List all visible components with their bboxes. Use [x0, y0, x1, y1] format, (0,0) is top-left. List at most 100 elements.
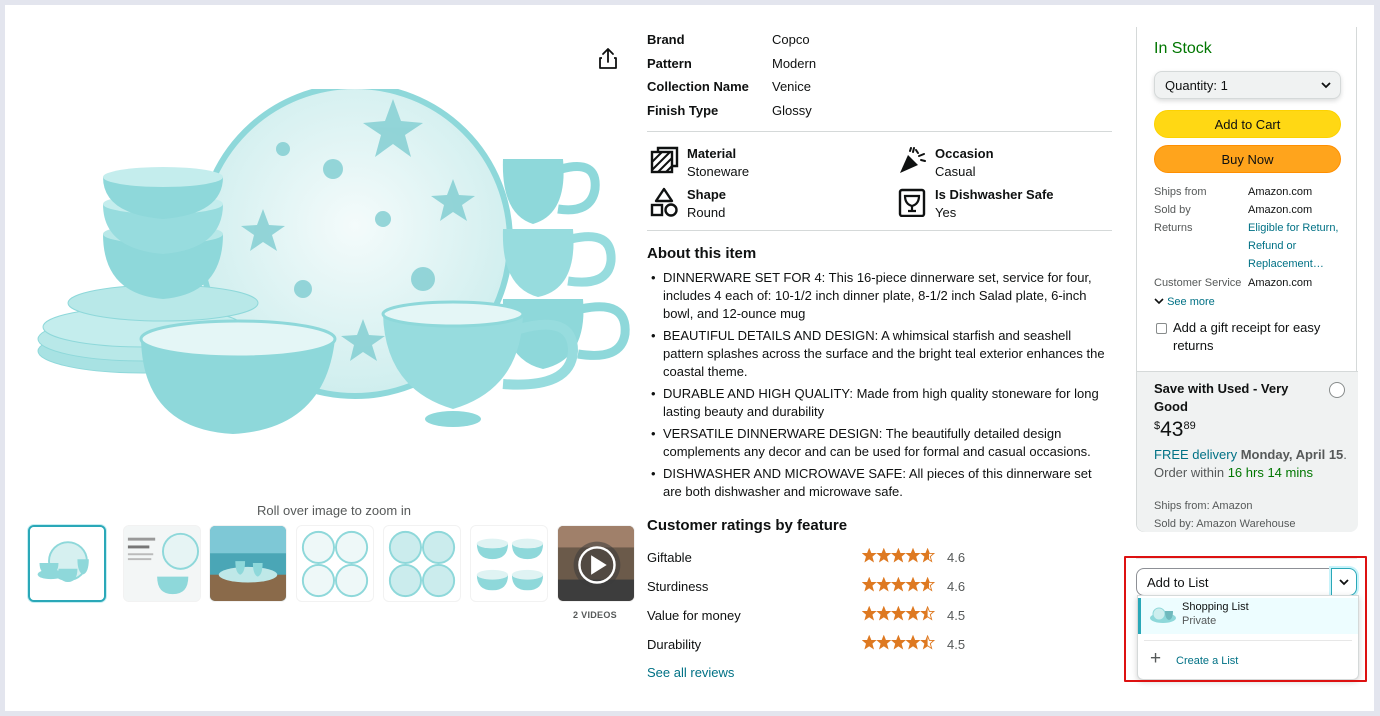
add-to-list-dropdown-button[interactable] [1331, 568, 1357, 596]
add-to-list-button[interactable]: Add to List [1147, 575, 1208, 590]
create-list-button[interactable]: + Create a List [1150, 648, 1350, 671]
feature-shape: Shape Round [649, 187, 879, 227]
material-icon [649, 146, 679, 176]
used-price: $4389 [1154, 418, 1196, 442]
free-delivery-link[interactable]: FREE delivery [1154, 447, 1237, 462]
list-thumbnail-image [1149, 606, 1177, 624]
spec-value: Venice [772, 79, 812, 94]
customer-service-label: Customer Service [1154, 277, 1242, 289]
party-popper-icon [897, 146, 927, 176]
feature-material: Material Stoneware [649, 146, 879, 186]
order-timer: 16 hrs 14 mins [1227, 465, 1313, 480]
thumbnail-bowls[interactable] [470, 525, 548, 602]
see-more-link[interactable]: See more [1154, 296, 1215, 308]
rating-value: 4.5 [947, 637, 966, 652]
spec-value: Glossy [772, 103, 812, 118]
used-offer-title: Save with Used - Very Good [1154, 381, 1289, 414]
add-to-list-control: Add to List [1136, 568, 1357, 596]
star-rating-icon [861, 605, 936, 622]
divider [1136, 558, 1357, 559]
about-bullet: DURABLE AND HIGH QUALITY: Made from high… [647, 385, 1112, 421]
star-rating-icon [861, 547, 936, 564]
shapes-icon [649, 187, 679, 217]
feature-title: Material [687, 146, 737, 161]
spec-key: Collection Name [647, 79, 749, 94]
list-privacy: Private [1182, 615, 1217, 627]
divider [1144, 640, 1352, 641]
about-bullets: DINNERWARE SET FOR 4: This 16-piece dinn… [647, 269, 1112, 505]
rating-row-sturdiness: Sturdiness 4.6 [647, 576, 977, 597]
chevron-down-icon [1339, 579, 1349, 586]
about-bullet: DISHWASHER AND MICROWAVE SAFE: All piece… [647, 465, 1112, 501]
delivery-info: FREE delivery Monday, April 15. Order wi… [1154, 447, 1347, 480]
quantity-select[interactable]: Quantity: 1 [1154, 71, 1341, 99]
about-title: About this item [647, 245, 757, 262]
chevron-down-icon [1320, 79, 1332, 91]
feature-title: Occasion [935, 146, 994, 161]
price-fraction: 89 [1183, 420, 1196, 432]
rating-value: 4.6 [947, 550, 966, 565]
thumbnail-salad-plates[interactable] [383, 525, 461, 602]
sold-by-value: Amazon.com [1248, 204, 1313, 216]
thumbnail-video[interactable] [557, 525, 635, 602]
rating-label: Value for money [647, 608, 741, 623]
price-whole: 43 [1160, 418, 1184, 441]
used-ships-from: Ships from: Amazon [1154, 500, 1253, 512]
feature-occasion: Occasion Casual [897, 146, 1107, 186]
divider [647, 230, 1112, 231]
ratings-title: Customer ratings by feature [647, 517, 848, 534]
feature-value: Casual [935, 164, 976, 179]
delivery-date: Monday, April 15 [1240, 447, 1344, 462]
about-bullet: BEAUTIFUL DETAILS AND DESIGN: A whimsica… [647, 327, 1112, 381]
buy-now-button[interactable]: Buy Now [1154, 145, 1341, 173]
rating-value: 4.6 [947, 579, 966, 594]
list-item-shopping-list[interactable]: Shopping List Private [1138, 598, 1358, 634]
gift-receipt-checkbox[interactable] [1156, 323, 1167, 334]
create-list-label: Create a List [1176, 655, 1239, 667]
thumbnail-pattern-card[interactable] [123, 525, 201, 602]
thumbnail-lifestyle[interactable] [209, 525, 287, 602]
dishwasher-icon [897, 187, 927, 218]
see-all-reviews-link[interactable]: See all reviews [647, 665, 734, 680]
sold-by-label: Sold by [1154, 204, 1191, 216]
add-to-cart-button[interactable]: Add to Cart [1154, 110, 1341, 138]
customer-service-value: Amazon.com [1248, 277, 1313, 289]
spec-value: Modern [772, 56, 817, 71]
rating-value: 4.5 [947, 608, 966, 623]
thumbnail-plates-pattern[interactable] [296, 525, 374, 602]
feature-value: Round [687, 205, 726, 220]
returns-link[interactable]: Eligible for Return, Refund or Replaceme… [1248, 219, 1344, 273]
ships-from-value: Amazon.com [1248, 186, 1313, 198]
feature-value: Yes [935, 205, 957, 220]
rating-row-value-for-money: Value for money 4.5 [647, 605, 977, 626]
stock-status: In Stock [1154, 40, 1212, 57]
feature-dishwasher-safe: Is Dishwasher Safe Yes [897, 187, 1107, 227]
main-product-image[interactable] [33, 83, 637, 449]
chevron-down-icon [1154, 298, 1164, 305]
product-page: Roll over image to zoom in 2 VIDEOS Bran… [5, 5, 1374, 711]
used-offer-panel[interactable]: Save with Used - Very Good $4389 FREE de… [1137, 371, 1358, 532]
rating-label: Durability [647, 637, 702, 652]
buy-box: In Stock Quantity: 1 Add to Cart Buy Now… [1136, 27, 1358, 532]
star-rating-icon [861, 576, 936, 593]
feature-title: Is Dishwasher Safe [935, 187, 1054, 202]
video-count-label: 2 VIDEOS [573, 610, 617, 620]
ships-from-label: Ships from [1154, 186, 1207, 198]
list-name: Shopping List [1182, 601, 1249, 613]
zoom-hint: Roll over image to zoom in [257, 503, 411, 518]
about-bullet: DINNERWARE SET FOR 4: This 16-piece dinn… [647, 269, 1112, 323]
star-rating-icon [861, 634, 936, 651]
used-offer-radio[interactable] [1329, 382, 1345, 398]
spec-key: Brand [647, 32, 685, 47]
see-more-label: See more [1167, 296, 1215, 308]
gift-receipt-label: Add a gift receipt for easy returns [1173, 320, 1321, 353]
add-to-list-menu: Shopping List Private + Create a List [1137, 595, 1359, 680]
spec-key: Finish Type [647, 103, 719, 118]
rating-label: Giftable [647, 550, 692, 565]
rating-label: Sturdiness [647, 579, 709, 594]
plus-icon: + [1150, 648, 1162, 669]
price-symbol: $ [1154, 420, 1161, 432]
share-icon[interactable] [597, 47, 619, 71]
thumbnail-main-set[interactable] [28, 525, 106, 602]
rating-row-durability: Durability 4.5 [647, 634, 977, 655]
